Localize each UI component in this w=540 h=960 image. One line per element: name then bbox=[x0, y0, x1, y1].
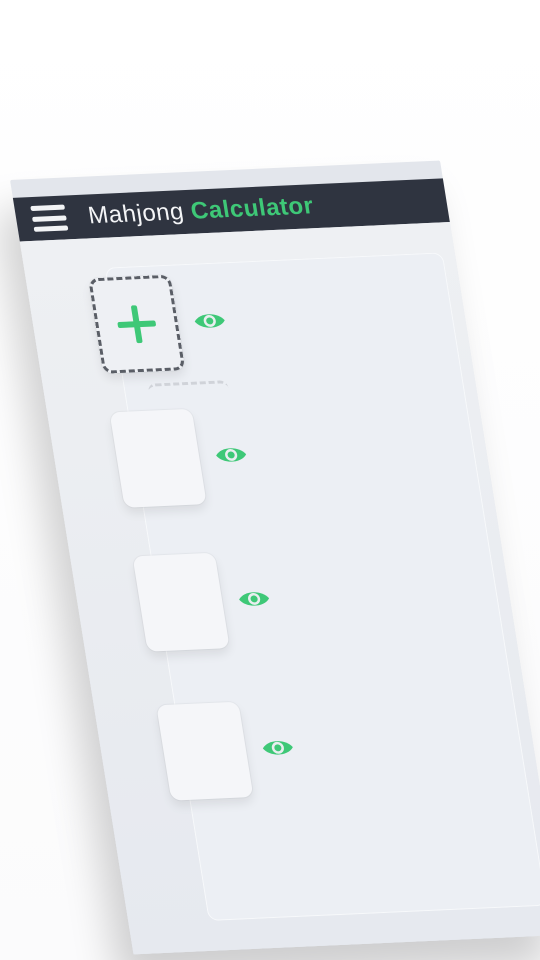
tile-row bbox=[132, 551, 278, 652]
eye-icon[interactable] bbox=[213, 443, 248, 466]
tile-row bbox=[88, 273, 233, 374]
tile-slot[interactable] bbox=[109, 408, 207, 508]
app-title: Mahjong Calculator bbox=[86, 192, 316, 230]
eye-icon[interactable] bbox=[260, 736, 295, 759]
eye-icon[interactable] bbox=[192, 309, 227, 332]
tile-row bbox=[156, 699, 301, 801]
app-stage: Mahjong Calculator bbox=[0, 0, 540, 960]
add-tile-button[interactable] bbox=[88, 274, 186, 374]
menu-bar bbox=[33, 225, 69, 232]
main-content bbox=[19, 222, 540, 955]
plus-icon bbox=[115, 305, 159, 344]
app-title-main: Mahjong bbox=[86, 198, 186, 230]
hamburger-menu-icon[interactable] bbox=[30, 204, 69, 232]
tile-slot[interactable] bbox=[132, 552, 230, 652]
tile-row bbox=[109, 407, 255, 508]
app-panel: Mahjong Calculator bbox=[10, 160, 540, 955]
menu-bar bbox=[31, 214, 67, 222]
eye-icon[interactable] bbox=[236, 587, 271, 610]
app-title-accent: Calculator bbox=[188, 192, 316, 225]
menu-bar bbox=[30, 204, 66, 212]
tile-slot[interactable] bbox=[156, 701, 254, 801]
